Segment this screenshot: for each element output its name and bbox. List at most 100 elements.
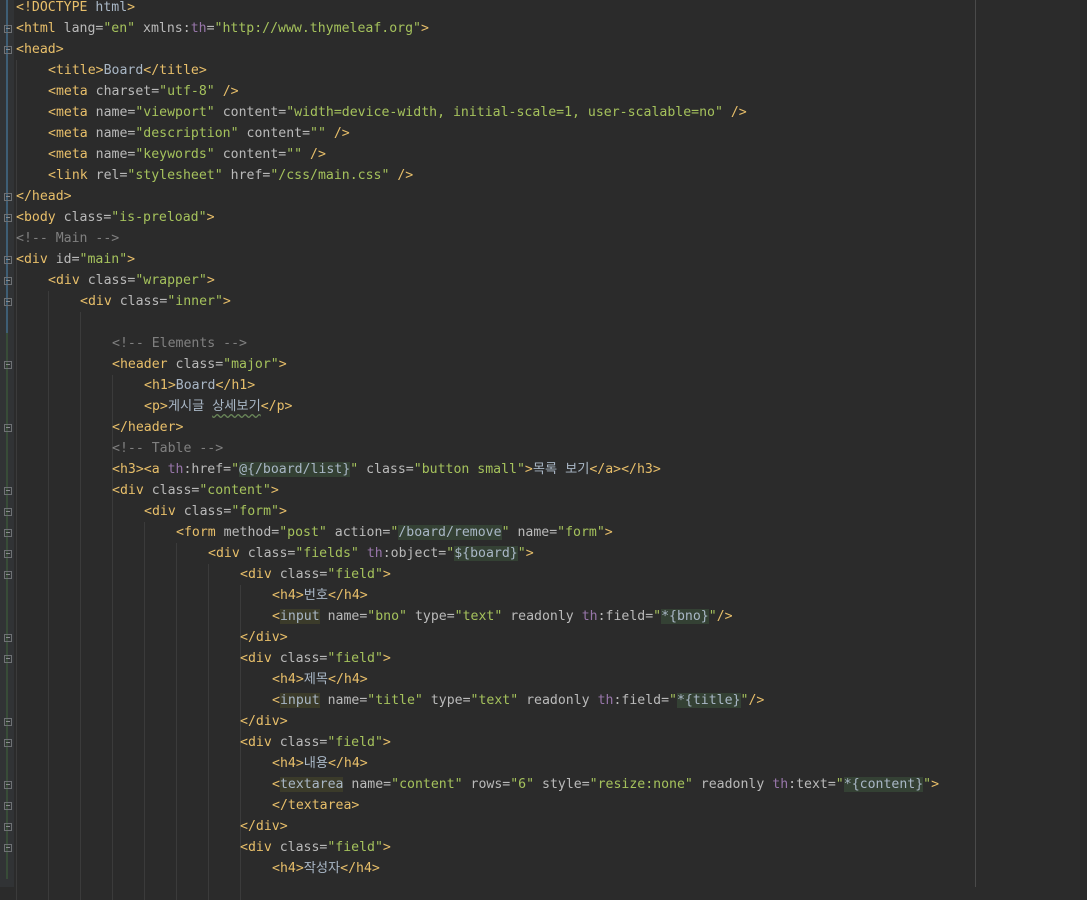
code-token: "field" bbox=[327, 567, 383, 582]
code-token: rel= bbox=[95, 168, 128, 183]
fold-toggle-icon[interactable] bbox=[4, 571, 12, 579]
code-token: /board/remove bbox=[398, 525, 502, 540]
code-line[interactable]: <h3><a th:href="@{/board/list}" class="b… bbox=[112, 459, 661, 480]
code-line[interactable]: <input name="bno" type="text" readonly t… bbox=[272, 606, 733, 627]
code-line[interactable]: <div class="content"> bbox=[112, 480, 279, 501]
code-token: " bbox=[653, 609, 662, 624]
code-line[interactable]: <head> bbox=[16, 39, 64, 60]
code-token: "description" bbox=[135, 126, 239, 141]
code-line[interactable]: </div> bbox=[240, 816, 288, 837]
code-token: *{bno} bbox=[661, 609, 709, 624]
fold-toggle-icon[interactable] bbox=[4, 25, 12, 33]
code-token: <html bbox=[16, 21, 64, 36]
code-token: id= bbox=[55, 252, 80, 267]
code-token: " bbox=[669, 693, 677, 708]
code-token: " bbox=[708, 609, 717, 624]
code-line[interactable]: <link rel="stylesheet" href="/css/main.c… bbox=[48, 165, 413, 186]
fold-toggle-icon[interactable] bbox=[4, 298, 12, 306]
code-line[interactable]: <div class="form"> bbox=[144, 501, 287, 522]
code-line[interactable]: <div class="field"> bbox=[240, 732, 391, 753]
code-token: textarea bbox=[279, 777, 344, 792]
code-line[interactable]: </header> bbox=[112, 417, 183, 438]
fold-toggle-icon[interactable] bbox=[4, 634, 12, 642]
code-line[interactable]: <body class="is-preload"> bbox=[16, 207, 215, 228]
code-line[interactable]: <div class="field"> bbox=[240, 564, 391, 585]
code-line[interactable]: <textarea name="content" rows="6" style=… bbox=[272, 774, 939, 795]
fold-toggle-icon[interactable] bbox=[4, 256, 12, 264]
code-line[interactable]: <h4>번호</h4> bbox=[272, 585, 368, 606]
code-token: class= bbox=[247, 546, 296, 561]
fold-toggle-icon[interactable] bbox=[4, 277, 12, 285]
code-line[interactable]: <div id="main"> bbox=[16, 249, 135, 270]
code-token: ${board} bbox=[454, 546, 518, 561]
fold-toggle-icon[interactable] bbox=[4, 487, 12, 495]
fold-toggle-icon[interactable] bbox=[4, 844, 12, 852]
code-line[interactable]: <!-- Elements --> bbox=[112, 333, 247, 354]
code-token: Board bbox=[103, 63, 144, 78]
code-token: > bbox=[382, 651, 391, 666]
code-token: *{content} bbox=[843, 777, 924, 792]
fold-toggle-icon[interactable] bbox=[4, 802, 12, 810]
code-line[interactable]: </div> bbox=[240, 627, 288, 648]
code-token: "en" bbox=[103, 21, 136, 36]
code-token: "is-preload" bbox=[111, 210, 207, 225]
code-line[interactable]: <h4>작성자</h4> bbox=[272, 858, 380, 879]
fold-toggle-icon[interactable] bbox=[4, 550, 12, 558]
code-token: "http://www.thymeleaf.org" bbox=[214, 21, 421, 36]
code-line[interactable]: <form method="post" action= "/board/remov… bbox=[176, 522, 613, 543]
code-line[interactable]: <h4>내용</h4> bbox=[272, 753, 368, 774]
code-line[interactable]: <html lang="en" xmlns:th="http://www.thy… bbox=[16, 18, 429, 39]
code-line[interactable]: <div class="fields" th:object="${board}"… bbox=[208, 543, 534, 564]
code-line[interactable]: <input name="title" type="text" readonly… bbox=[272, 690, 764, 711]
code-line[interactable]: <meta charset="utf-8" /> bbox=[48, 81, 239, 102]
code-token: > bbox=[931, 777, 940, 792]
code-token: class= bbox=[358, 462, 414, 477]
code-line[interactable]: <h1>Board</h1> bbox=[144, 375, 255, 396]
fold-toggle-icon[interactable] bbox=[4, 529, 12, 537]
code-token: method= bbox=[223, 525, 280, 540]
code-line[interactable]: </textarea> bbox=[272, 795, 359, 816]
fold-toggle-icon[interactable] bbox=[4, 46, 12, 54]
code-line[interactable]: <!-- Main --> bbox=[16, 228, 119, 249]
code-line[interactable]: <div class="field"> bbox=[240, 837, 391, 858]
code-token: </h4> bbox=[328, 588, 368, 603]
code-line[interactable]: <meta name="description" content="" /> bbox=[48, 123, 350, 144]
code-token: xmlns: bbox=[135, 21, 191, 36]
code-line[interactable]: <!-- Table --> bbox=[112, 438, 223, 459]
code-line[interactable]: </head> bbox=[16, 186, 72, 207]
fold-toggle-icon[interactable] bbox=[4, 361, 12, 369]
code-token: name= bbox=[319, 609, 368, 624]
code-token: "" bbox=[310, 126, 326, 141]
code-line[interactable]: <!DOCTYPE html> bbox=[16, 0, 135, 18]
code-line[interactable]: </div> bbox=[240, 711, 288, 732]
code-token: :href= bbox=[183, 462, 232, 477]
code-editor[interactable]: <!DOCTYPE html> <html lang="en" xmlns:th=… bbox=[0, 0, 1087, 900]
code-token: /> bbox=[325, 126, 350, 141]
code-token: 게시글 bbox=[167, 399, 213, 414]
code-token: 제목 bbox=[303, 672, 329, 687]
code-line[interactable]: <p>게시글 상세보기</p> bbox=[144, 396, 292, 417]
code-line[interactable]: <div class="field"> bbox=[240, 648, 391, 669]
code-token: "resize:none" bbox=[589, 777, 693, 792]
fold-toggle-icon[interactable] bbox=[4, 739, 12, 747]
code-token: " bbox=[835, 777, 844, 792]
code-line[interactable]: <div class="wrapper"> bbox=[48, 270, 215, 291]
code-line[interactable]: <title>Board</title> bbox=[48, 60, 207, 81]
fold-toggle-icon[interactable] bbox=[4, 781, 12, 789]
code-line[interactable]: <h4>제목</h4> bbox=[272, 669, 368, 690]
fold-toggle-icon[interactable] bbox=[4, 508, 12, 516]
code-token: <meta bbox=[48, 126, 96, 141]
code-token: action= bbox=[326, 525, 391, 540]
code-line[interactable]: <div class="inner"> bbox=[80, 291, 231, 312]
code-line[interactable]: <meta name="keywords" content="" /> bbox=[48, 144, 326, 165]
fold-toggle-icon[interactable] bbox=[4, 193, 12, 201]
code-area[interactable]: <!DOCTYPE html> <html lang="en" xmlns:th=… bbox=[16, 0, 1087, 887]
fold-toggle-icon[interactable] bbox=[4, 718, 12, 726]
code-token: th bbox=[597, 693, 614, 708]
fold-toggle-icon[interactable] bbox=[4, 655, 12, 663]
fold-toggle-icon[interactable] bbox=[4, 424, 12, 432]
fold-toggle-icon[interactable] bbox=[4, 214, 12, 222]
code-line[interactable]: <header class="major"> bbox=[112, 354, 287, 375]
code-line[interactable]: <meta name="viewport" content="width=dev… bbox=[48, 102, 747, 123]
fold-toggle-icon[interactable] bbox=[4, 823, 12, 831]
